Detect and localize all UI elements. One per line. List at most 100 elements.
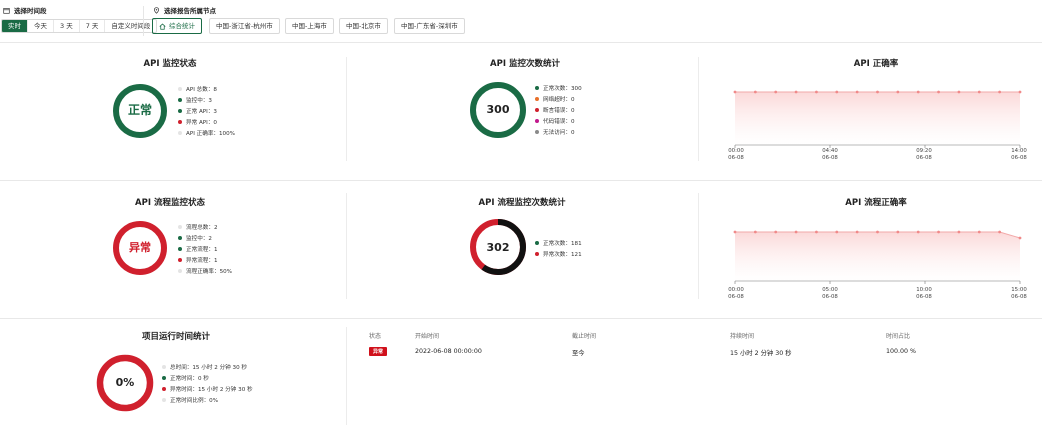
node-button-shenzhen[interactable]: 中国-广东省-深圳市 [394,18,465,34]
x-tick-label: 15:00 06-08 [1011,287,1027,300]
series-point [794,90,798,94]
legend-dot [178,257,182,262]
series-point [774,90,778,94]
table-cell-duration: 15 小时 2 分钟 30 秒 [730,350,792,357]
legend-item: 异常流程：1 [178,254,232,265]
series-point [977,90,981,94]
legend-item: 正常时间比例：0% [162,394,253,405]
series-point [1018,236,1022,240]
legend-item: 无法访问：0 [535,126,582,137]
api-status-legend: API 总数：8 监控中：3 正常 API：3 异常 API：0 API 正确率… [178,83,235,138]
flow-status-title: API 流程监控状态 [135,198,205,208]
legend-dot [178,86,182,91]
series-point [855,90,859,94]
column-divider [346,57,347,161]
x-tick-label: 00:00 06-08 [728,287,744,300]
series-point [876,230,879,234]
legend-item: 正常 API：3 [178,105,235,116]
series-point [855,230,859,234]
series-point [733,90,737,94]
api-count-legend: 正常次数：300 网络超时：0 断言错误：0 代码错误：0 无法访问：0 [535,82,582,137]
table-header-start: 开始时间 [415,333,440,340]
time-option-7days[interactable]: 7 天 [78,20,105,32]
api-count-title: API 监控次数统计 [490,59,560,69]
api-stats-row: API 监控状态 正常 API 总数：8 监控中：3 正常 API：3 异常 A… [0,43,1042,181]
legend-dot [535,107,539,112]
calendar-icon [3,7,10,14]
legend-dot [162,364,166,369]
series-point [957,230,961,234]
legend-item: 断言错误：0 [535,104,582,115]
legend-item: 代码错误：0 [535,115,582,126]
filter-bar: 选择时间段 实时 今天 3 天 7 天 自定义时间段 选择报告所属节点 综合统计… [0,0,1042,43]
api-status-center: 正常 [127,103,152,117]
node-button-beijing[interactable]: 中国-北京市 [339,18,388,34]
x-tick-label: 14:00 06-08 [1011,148,1027,161]
flow-count-legend: 正常次数：181 异常次数：121 [535,237,582,259]
x-tick-label: 00:00 06-08 [728,148,744,161]
legend-dot [178,246,182,251]
legend-dot [535,240,539,245]
time-option-3days[interactable]: 3 天 [53,20,79,32]
api-count-center: 300 [486,103,510,116]
legend-dot [162,386,166,391]
series-point [733,230,737,234]
series-point [937,90,940,94]
series-point [896,230,900,234]
x-tick-label: 10:00 06-08 [916,287,932,300]
table-header-ratio: 时间占比 [886,333,911,340]
legend-item: 正常次数：181 [535,237,582,248]
legend-dot [535,85,539,90]
series-point [937,230,940,234]
series-point [998,230,1002,234]
legend-item: 异常 API：0 [178,116,235,127]
table-cell-ratio: 100.00 % [886,348,917,355]
series-point [753,230,757,234]
series-point [998,90,1002,94]
node-button-hangzhou[interactable]: 中国-浙江省-杭州市 [209,18,280,34]
legend-dot [178,235,182,240]
x-tick-label: 05:00 06-08 [822,287,838,300]
area-fill [735,232,1020,281]
time-range-segmented: 实时 今天 3 天 7 天 自定义时间段 [1,19,158,33]
flow-count-center: 302 [486,241,510,254]
location-pin-icon [154,6,159,14]
project-time-center: 0% [115,376,135,389]
legend-item: 正常次数：300 [535,82,582,93]
x-tick-label: 04:40 06-08 [822,148,838,161]
legend-dot [178,97,182,102]
node-button-overview[interactable]: 综合统计 [152,18,202,34]
column-divider [698,193,699,299]
series-point [815,230,818,234]
time-option-realtime[interactable]: 实时 [2,20,27,32]
filter-divider [143,6,144,36]
node-label: 选择报告所属节点 [153,5,216,15]
series-point [916,90,920,94]
series-point [835,90,839,94]
column-divider [698,57,699,161]
time-option-today[interactable]: 今天 [27,20,53,32]
legend-item: 网络超时：0 [535,93,582,104]
legend-item: 总时间：15 小时 2 分钟 30 秒 [162,361,253,372]
api-status-title: API 监控状态 [143,59,197,69]
project-time-legend: 总时间：15 小时 2 分钟 30 秒 正常时间：0 秒 异常时间：15 小时 … [162,361,253,405]
area-fill [735,92,1020,145]
legend-item: 监控中：2 [178,232,232,243]
project-time-row: 项目运行时间统计 0% 总时间：15 小时 2 分钟 30 秒 正常时间：0 秒… [0,319,1042,433]
project-time-title: 项目运行时间统计 [141,332,210,342]
legend-dot [178,268,182,273]
legend-dot [535,129,539,134]
legend-dot [535,251,539,256]
time-option-custom[interactable]: 自定义时间段 [104,20,156,32]
table-header-status: 状态 [369,333,382,340]
legend-dot [178,224,182,229]
legend-item: 流程正确率：50% [178,265,232,276]
series-point [916,230,920,234]
legend-dot [162,375,166,380]
legend-item: API 正确率：100% [178,127,235,138]
series-point [896,90,900,94]
legend-item: 正常流程：1 [178,243,232,254]
flow-rate-area-chart [733,230,1022,284]
node-button-shanghai[interactable]: 中国-上海市 [285,18,334,34]
flow-status-center: 异常 [129,241,151,254]
